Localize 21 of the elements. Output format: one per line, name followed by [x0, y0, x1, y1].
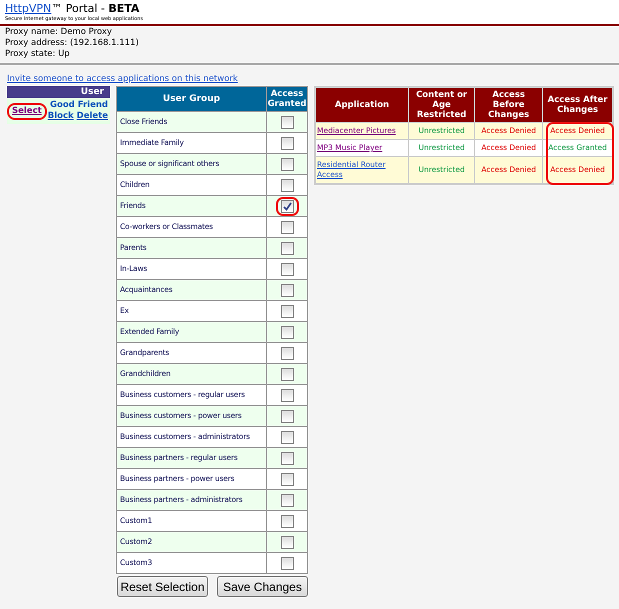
column-header: User Group: [116, 86, 266, 112]
column-header: Access Granted: [266, 86, 308, 112]
form-button[interactable]: Reset Selection: [117, 576, 208, 597]
column-header: Access After Changes: [542, 87, 613, 122]
portal-title: ™ Portal - BETA: [51, 2, 140, 15]
user-name: Good Friend: [50, 100, 108, 110]
proxy-info: Proxy address: (192.168.1.111): [5, 38, 140, 49]
access-checkbox[interactable]: [276, 196, 298, 216]
proxy-info: Proxy name: Demo Proxy: [5, 27, 113, 38]
brand-link[interactable]: HttpVPN: [5, 2, 52, 15]
check-icon: [282, 202, 292, 210]
column-header: Application: [315, 87, 408, 122]
column-header: Content or Age Restricted: [408, 87, 475, 122]
column-header: Access Before Changes: [474, 87, 543, 122]
proxy-info: Proxy state: Up: [5, 49, 71, 60]
form-button[interactable]: Save Changes: [217, 576, 308, 597]
delete-link[interactable]: Delete: [76, 111, 108, 121]
select-link[interactable]: Select: [7, 102, 47, 120]
invite-link[interactable]: Invite someone to access applications on this network: [7, 74, 238, 84]
column-header: User: [7, 86, 110, 98]
block-link[interactable]: Block: [48, 111, 74, 121]
